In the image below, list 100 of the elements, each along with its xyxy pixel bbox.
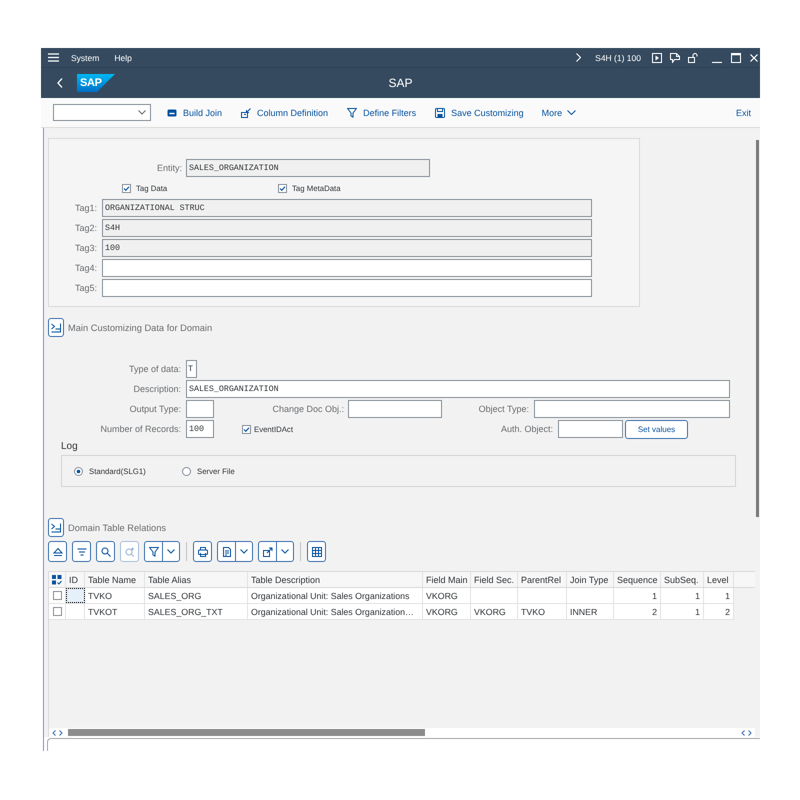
table-cell[interactable] [66, 588, 85, 603]
toolbar-button[interactable]: Define Filters [347, 102, 416, 122]
caret-down-icon [167, 549, 175, 554]
row-checkbox[interactable] [52, 607, 62, 616]
menu-item[interactable]: System [71, 52, 100, 62]
table-cell: SALES_ORG [145, 588, 248, 603]
table-tool-button[interactable] [217, 541, 253, 562]
field-label: Tag5: [74, 283, 97, 293]
command-field[interactable] [53, 104, 151, 121]
table-cell: Organizational Unit: Sales Organization… [248, 604, 423, 619]
table-tool-button[interactable] [96, 541, 115, 562]
column-header[interactable]: Table Name [85, 572, 145, 587]
column-header[interactable]: Field Sec. [471, 572, 518, 587]
checkbox[interactable] [122, 184, 131, 192]
table-tool-button[interactable] [307, 541, 326, 562]
table-cell: VKORG [423, 588, 471, 603]
section-toggle-button[interactable] [48, 518, 64, 537]
caret-down-icon [567, 110, 576, 115]
description-field[interactable]: SALES_ORGANIZATION [186, 380, 730, 398]
auth-object-field[interactable] [558, 420, 623, 438]
play-box-icon[interactable] [652, 52, 662, 62]
type-field[interactable]: T [186, 360, 197, 378]
table-cell: SALES_ORG_TXT [145, 604, 248, 619]
table-cell: Organizational Unit: Sales Organizations [248, 588, 423, 603]
tag-field[interactable]: 100 [102, 239, 592, 257]
chevron-right-icon[interactable] [59, 730, 63, 736]
window-title: SAP [388, 76, 412, 90]
search-plus-icon [124, 546, 134, 556]
eject-icon [52, 546, 62, 556]
column-header[interactable]: ParentRel [518, 572, 567, 587]
output-type-field[interactable] [186, 400, 214, 418]
tag-field[interactable]: ORGANIZATIONAL STRUC [102, 199, 592, 217]
field-label: Entity: [156, 163, 182, 173]
scrollbar-thumb[interactable] [68, 729, 425, 736]
field-label: Tag1: [74, 203, 97, 213]
tag-field[interactable] [102, 279, 592, 297]
scrollbar-thumb[interactable] [756, 140, 759, 517]
column-header[interactable]: Table Alias [145, 572, 248, 587]
table-cell: 1 [704, 588, 734, 603]
maximize-icon[interactable] [731, 52, 741, 62]
column-header[interactable]: SubSeq. [661, 572, 704, 587]
menu-item[interactable]: Help [114, 52, 132, 62]
table-tool-button[interactable] [48, 541, 67, 562]
chevron-left-icon[interactable] [741, 730, 745, 736]
grid-icon [312, 546, 322, 556]
back-icon[interactable] [57, 78, 63, 88]
table-cell: VKORG [423, 604, 471, 619]
toolbar-button[interactable]: Column Definition [241, 102, 328, 122]
caret-down-icon[interactable] [138, 110, 146, 115]
column-header[interactable]: Field Main [423, 572, 471, 587]
field-label: Output Type: [128, 404, 181, 414]
checkbox[interactable] [278, 184, 287, 192]
toolbar-button[interactable]: Build Join [167, 102, 222, 122]
sort-icon [76, 546, 86, 556]
section-toggle-button[interactable] [48, 318, 64, 337]
column-header[interactable]: Level [704, 572, 734, 587]
chevron-left-icon[interactable] [52, 730, 56, 736]
set-values-button[interactable]: Set values [625, 420, 688, 438]
select-all-icon[interactable] [52, 574, 62, 584]
field-label: Type of data: [128, 364, 181, 374]
entity-field[interactable]: SALES_ORGANIZATION [186, 159, 430, 177]
table-cell: INNER [567, 604, 614, 619]
close-icon[interactable] [750, 54, 758, 62]
caret-down-icon [240, 549, 248, 554]
table-tool-button[interactable] [258, 541, 294, 562]
table-cell: 1 [614, 588, 661, 603]
sap-logo: SAP [77, 74, 115, 92]
menu-icon[interactable] [48, 53, 59, 62]
section-title: Main Customizing Data for Domain [68, 322, 212, 332]
horizontal-scrollbar[interactable] [49, 728, 755, 737]
more-button[interactable]: More [542, 102, 576, 122]
object-type-field[interactable] [534, 400, 730, 418]
row-checkbox[interactable] [52, 591, 62, 600]
radio-button[interactable] [182, 466, 191, 476]
unlock-icon[interactable] [688, 52, 698, 62]
column-header[interactable]: Table Description [248, 572, 423, 587]
change-doc-field[interactable] [348, 400, 442, 418]
search-icon [100, 546, 110, 556]
section-title: Domain Table Relations [68, 522, 166, 532]
chevron-right-icon[interactable] [748, 730, 752, 736]
table-tool-button[interactable] [193, 541, 212, 562]
table-cell: TVKOT [85, 604, 145, 619]
comment-icon[interactable] [670, 52, 680, 62]
table-tool-button[interactable] [144, 541, 180, 562]
system-info: S4H (1) 100 [595, 52, 641, 62]
column-header[interactable]: Join Type [567, 572, 614, 587]
records-field[interactable]: 100 [186, 420, 214, 438]
radio-button[interactable] [74, 466, 83, 476]
table-cell: 1 [661, 604, 704, 619]
table-arrow-icon [241, 108, 252, 118]
tag-field[interactable] [102, 259, 592, 277]
field-label: Tag4: [74, 263, 97, 273]
tag-field[interactable]: S4H [102, 219, 592, 237]
checkbox[interactable] [242, 424, 251, 434]
column-header[interactable]: Sequence [614, 572, 661, 587]
column-header[interactable]: ID [66, 572, 85, 587]
exit-button[interactable]: Exit [736, 102, 751, 122]
table-tool-button[interactable] [72, 541, 91, 562]
chevron-list-icon [51, 322, 61, 332]
toolbar-button[interactable]: Save Customizing [435, 102, 524, 122]
